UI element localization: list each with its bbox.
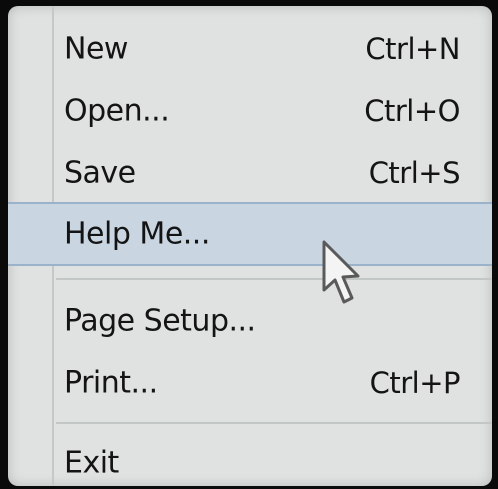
menu-separator bbox=[56, 422, 492, 424]
menu-item-help-me[interactable]: Help Me... bbox=[8, 202, 492, 266]
menu-item-new[interactable]: New Ctrl+N bbox=[8, 18, 492, 80]
menu-item-label: Print... bbox=[64, 365, 158, 401]
menu-item-shortcut: Ctrl+O bbox=[364, 94, 460, 128]
menu-separator bbox=[56, 278, 492, 280]
file-context-menu: New Ctrl+N Open... Ctrl+O Save Ctrl+S He… bbox=[8, 6, 492, 486]
arrow-pointer-icon bbox=[322, 240, 360, 304]
menu-item-label: Save bbox=[64, 155, 136, 191]
menu-item-label: Exit bbox=[64, 445, 119, 481]
menu-item-shortcut: Ctrl+P bbox=[369, 366, 461, 400]
menu-item-label: Help Me... bbox=[64, 216, 210, 252]
menu-item-page-setup[interactable]: Page Setup... bbox=[8, 290, 492, 352]
menu-item-exit[interactable]: Exit bbox=[8, 432, 492, 486]
menu-item-label: New bbox=[64, 31, 128, 67]
menu-item-save[interactable]: Save Ctrl+S bbox=[8, 142, 492, 204]
menu-item-print[interactable]: Print... Ctrl+P bbox=[8, 352, 492, 414]
screenshot-frame: New Ctrl+N Open... Ctrl+O Save Ctrl+S He… bbox=[0, 0, 498, 489]
menu-item-shortcut: Ctrl+N bbox=[365, 32, 460, 66]
menu-item-shortcut: Ctrl+S bbox=[368, 156, 461, 190]
menu-item-open[interactable]: Open... Ctrl+O bbox=[8, 80, 492, 142]
menu-item-label: Open... bbox=[64, 93, 170, 129]
menu-item-label: Page Setup... bbox=[64, 303, 256, 339]
